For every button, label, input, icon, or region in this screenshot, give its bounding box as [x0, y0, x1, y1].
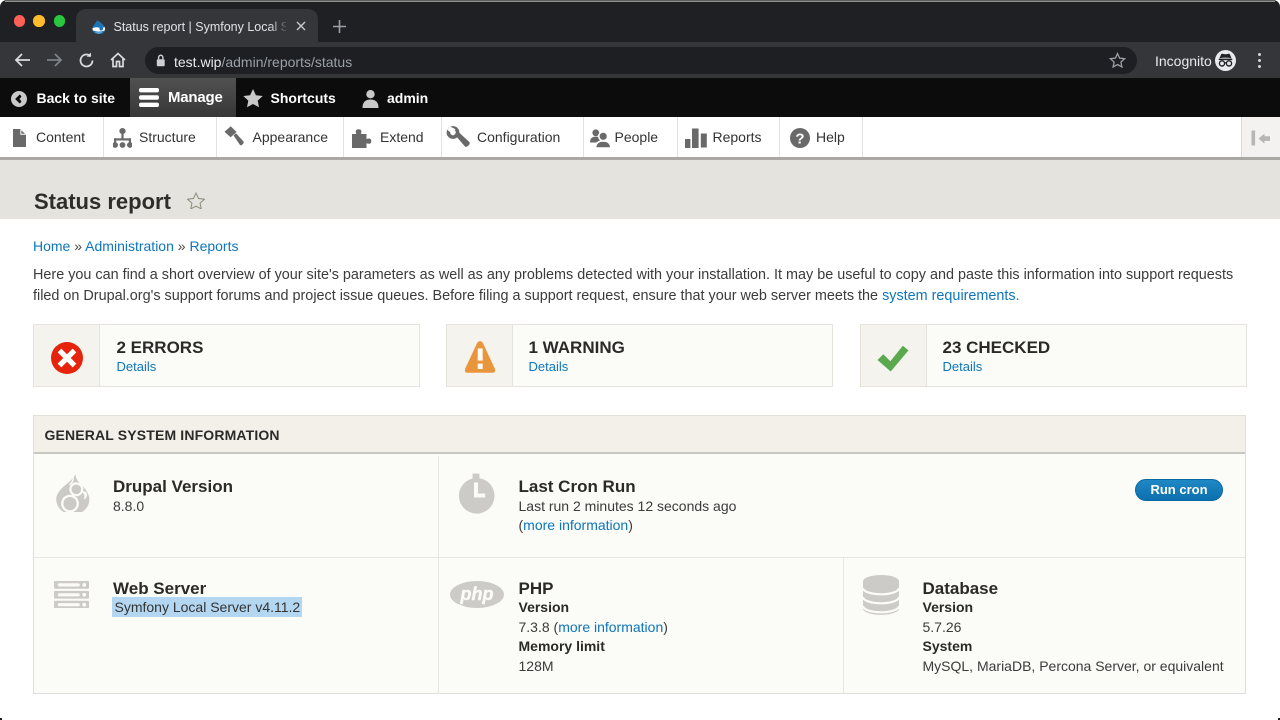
svg-text:?: ? [795, 130, 804, 147]
svg-text:php: php [460, 584, 494, 604]
